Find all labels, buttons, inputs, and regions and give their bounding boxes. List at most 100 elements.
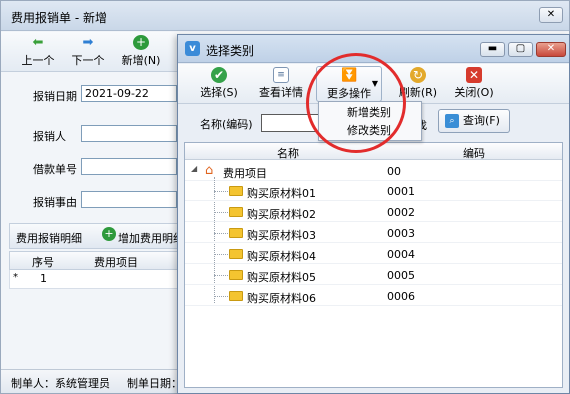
tree-item-code: 0004: [387, 248, 415, 261]
close-label: 关闭(O): [454, 86, 494, 99]
document-icon: ≡: [273, 67, 289, 83]
maximize-icon[interactable]: ▢: [508, 42, 533, 57]
loan-label: 借款单号: [33, 163, 77, 176]
select-category-dialog: v 选择类别 ▬ ▢ ✕ ✔ 选择(S) ≡ 查看详情 ⏬ 更多操作 ▼ ↻ 刷…: [177, 34, 570, 394]
tree-item-name: 购买原材料05: [247, 271, 316, 284]
folder-icon: [229, 207, 243, 217]
app-logo-icon: v: [185, 41, 200, 56]
reason-field[interactable]: [81, 191, 177, 208]
close-icon[interactable]: ✕: [539, 7, 563, 23]
date-field[interactable]: 2021-09-22: [81, 85, 177, 102]
col-item: 费用项目: [94, 256, 138, 269]
close-icon[interactable]: ✕: [536, 42, 566, 57]
add-label: 新增(N): [121, 54, 161, 67]
tree-item-code: 0003: [387, 227, 415, 240]
arrow-right-icon: ➡: [82, 35, 94, 50]
tree-root-name: 费用项目: [223, 167, 267, 180]
search-label: 名称(编码): [200, 118, 253, 131]
tree-header: 名称 编码: [185, 143, 562, 160]
tree-item-name: 购买原材料01: [247, 187, 316, 200]
plus-icon: +: [102, 227, 116, 241]
tree-item-code: 0005: [387, 269, 415, 282]
close-x-icon: ✕: [466, 67, 482, 83]
prev-button[interactable]: ⬅ 上一个: [15, 34, 61, 70]
row-no: 1: [40, 272, 47, 285]
person-field[interactable]: [81, 125, 177, 142]
add-detail-button[interactable]: 增加费用明细: [118, 230, 184, 246]
created-date-label: 制单日期：: [127, 377, 182, 390]
loan-field[interactable]: [81, 158, 177, 175]
folder-icon: [229, 228, 243, 238]
tree-item-name: 购买原材料02: [247, 208, 316, 221]
folder-icon: [229, 270, 243, 280]
new-row-marker: *: [13, 272, 18, 283]
dialog-title-bar: v 选择类别 ▬ ▢ ✕: [178, 35, 569, 63]
detail-toolbar: 费用报销明细 + 增加费用明细: [9, 223, 184, 249]
next-label: 下一个: [71, 54, 105, 67]
list-item[interactable]: 购买原材料05 0005: [185, 265, 562, 285]
creator-text: 制单人：系统管理员: [11, 377, 110, 390]
category-tree: 名称 编码 ◢ ⌂ 费用项目 00 购买原材料01 0001 购买原材料02 0…: [184, 142, 563, 388]
dialog-toolbar: ✔ 选择(S) ≡ 查看详情 ⏬ 更多操作 ▼ ↻ 刷新(R) ✕ 关闭(O): [178, 64, 569, 104]
grid-header: 序号 费用项目: [9, 251, 181, 270]
person-label: 报销人: [33, 130, 66, 143]
col-no: 序号: [32, 256, 54, 269]
double-chevron-down-icon: ⏬: [341, 68, 358, 83]
search-icon: ⌕: [445, 114, 459, 128]
reason-label: 报销事由: [33, 196, 77, 209]
menu-item-add-category[interactable]: 新增类别: [319, 104, 421, 122]
col-name: 名称: [277, 147, 299, 160]
plus-icon: +: [133, 35, 149, 50]
close-button[interactable]: ✕ 关闭(O): [450, 66, 498, 102]
more-actions-button[interactable]: ⏬ 更多操作 ▼: [316, 66, 382, 102]
tree-item-name: 购买原材料06: [247, 292, 316, 305]
arrow-left-icon: ⬅: [32, 35, 44, 50]
prev-label: 上一个: [21, 54, 55, 67]
search-input[interactable]: [261, 114, 321, 132]
collapse-arrow-icon: ◢: [191, 164, 198, 173]
add-button[interactable]: + 新增(N): [115, 34, 167, 70]
view-details-label: 查看详情: [259, 86, 303, 99]
more-actions-menu: 新增类别 修改类别: [318, 101, 422, 141]
tree-connector: [214, 233, 228, 234]
tree-connector: [214, 212, 228, 213]
tab-expense-details[interactable]: 费用报销明细: [16, 230, 82, 246]
view-details-button[interactable]: ≡ 查看详情: [256, 66, 306, 102]
tree-connector: [214, 254, 228, 255]
folder-icon: [229, 291, 243, 301]
select-label: 选择(S): [200, 86, 238, 99]
refresh-button[interactable]: ↻ 刷新(R): [394, 66, 442, 102]
home-icon: ⌂: [205, 163, 214, 178]
tree-item-code: 0001: [387, 185, 415, 198]
refresh-label: 刷新(R): [398, 86, 438, 99]
tree-item-name: 购买原材料03: [247, 229, 316, 242]
tree-item-name: 购买原材料04: [247, 250, 316, 263]
date-label: 报销日期: [33, 90, 77, 103]
tree-item-code: 0006: [387, 290, 415, 303]
list-item[interactable]: 购买原材料06 0006: [185, 286, 562, 306]
tree-root-row[interactable]: ◢ ⌂ 费用项目 00: [185, 161, 562, 181]
list-item[interactable]: 购买原材料04 0004: [185, 244, 562, 264]
col-code: 编码: [463, 147, 485, 160]
query-label: 查询(F): [463, 114, 500, 127]
query-button[interactable]: ⌕ 查询(F): [438, 109, 510, 133]
table-row[interactable]: * 1: [9, 270, 181, 289]
tree-root-code: 00: [387, 165, 401, 178]
list-item[interactable]: 购买原材料02 0002: [185, 202, 562, 222]
more-actions-label: 更多操作: [327, 87, 371, 100]
minimize-icon[interactable]: ▬: [480, 42, 505, 57]
select-button[interactable]: ✔ 选择(S): [194, 66, 244, 102]
refresh-icon: ↻: [410, 67, 426, 83]
folder-icon: [229, 186, 243, 196]
list-item[interactable]: 购买原材料03 0003: [185, 223, 562, 243]
dialog-title: 选择类别: [206, 44, 255, 58]
tree-connector: [214, 296, 228, 297]
list-item[interactable]: 购买原材料01 0001: [185, 181, 562, 201]
main-title-bar: 费用报销单 - 新增 ✕: [1, 1, 569, 31]
next-button[interactable]: ➡ 下一个: [65, 34, 111, 70]
menu-item-edit-category[interactable]: 修改类别: [319, 122, 421, 140]
dropdown-arrow-icon: ▼: [371, 79, 378, 88]
main-window-title: 费用报销单 - 新增: [11, 11, 107, 25]
tree-connector: [214, 191, 228, 192]
folder-icon: [229, 249, 243, 259]
